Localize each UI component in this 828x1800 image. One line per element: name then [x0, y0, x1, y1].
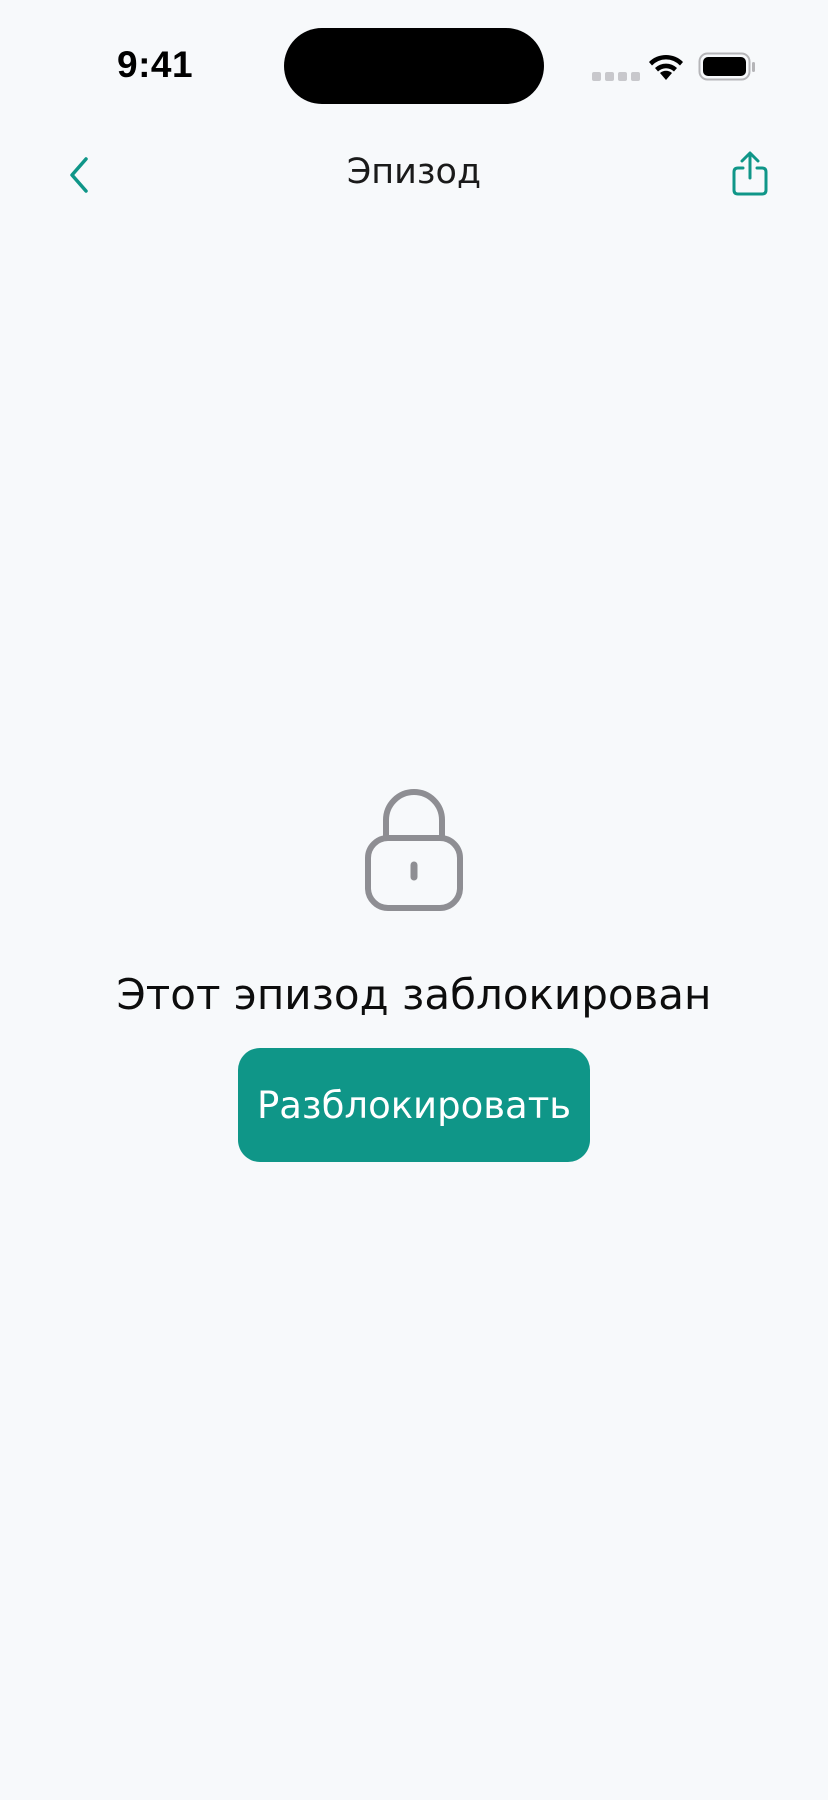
locked-message: Этот эпизод заблокирован — [116, 970, 712, 1019]
lock-icon — [365, 789, 463, 911]
battery-icon — [698, 52, 755, 81]
page-title: Эпизод — [346, 152, 482, 192]
status-bar: 9:41 — [0, 0, 828, 120]
share-icon — [732, 151, 768, 196]
wifi-icon — [649, 54, 683, 80]
status-time: 9:41 — [117, 44, 194, 85]
navigation-bar: Эпизод — [0, 140, 828, 208]
cellular-signal-icon — [592, 72, 640, 81]
share-button[interactable] — [728, 148, 772, 198]
unlock-button[interactable]: Разблокировать — [238, 1048, 590, 1162]
dynamic-island — [284, 28, 544, 104]
